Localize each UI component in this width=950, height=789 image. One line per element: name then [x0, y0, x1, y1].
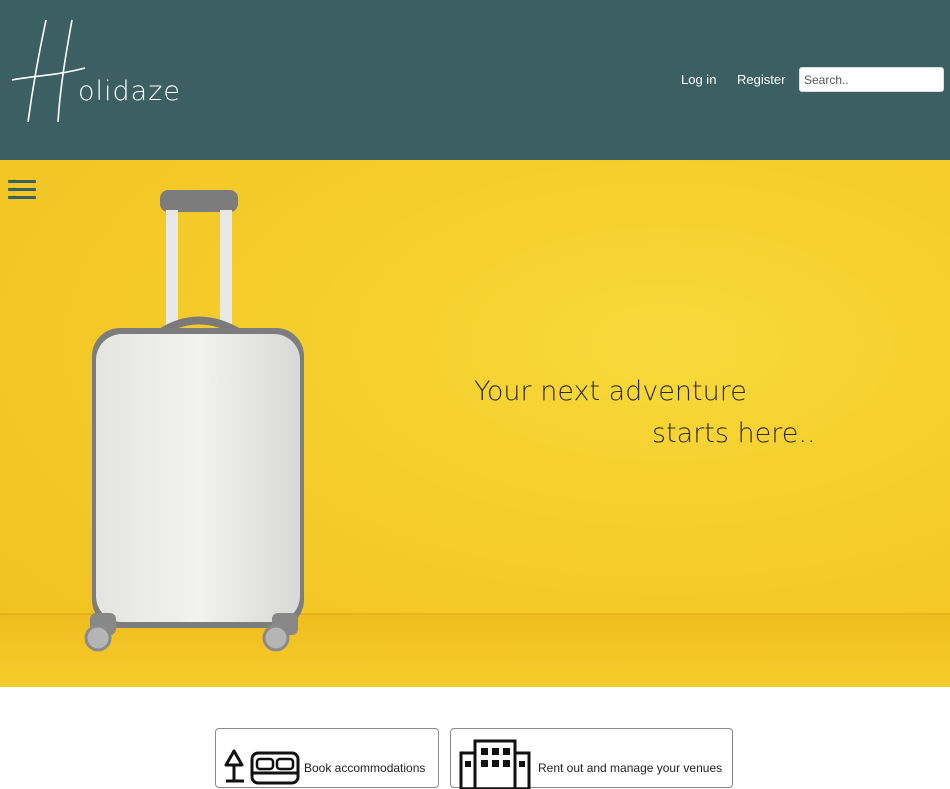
rent-out-venues-label: Rent out and manage your venues — [538, 761, 723, 775]
site-header: olidaze Log in Register — [0, 0, 950, 160]
login-link[interactable]: Log in — [681, 72, 716, 87]
logo-text: olidaze — [78, 76, 181, 107]
book-accommodations-card[interactable]: Book accommodations — [215, 728, 439, 788]
register-link[interactable]: Register — [737, 72, 785, 87]
building-icon — [459, 739, 531, 789]
logo-h-mark — [11, 19, 86, 123]
hero-tagline-line-2: starts here.. — [652, 418, 816, 449]
book-accommodations-label: Book accommodations — [304, 761, 426, 775]
rent-out-venues-card[interactable]: Rent out and manage your venues — [450, 728, 733, 789]
bed-lamp-icon — [224, 749, 300, 785]
holidaze-logo[interactable]: olidaze — [10, 18, 180, 124]
hero-tagline-line-1: Your next adventure — [474, 376, 747, 407]
hamburger-menu-icon[interactable] — [8, 180, 36, 202]
suitcase-image — [84, 190, 304, 652]
search-input[interactable] — [799, 67, 944, 92]
hero-banner: Your next adventure starts here.. — [0, 160, 950, 687]
